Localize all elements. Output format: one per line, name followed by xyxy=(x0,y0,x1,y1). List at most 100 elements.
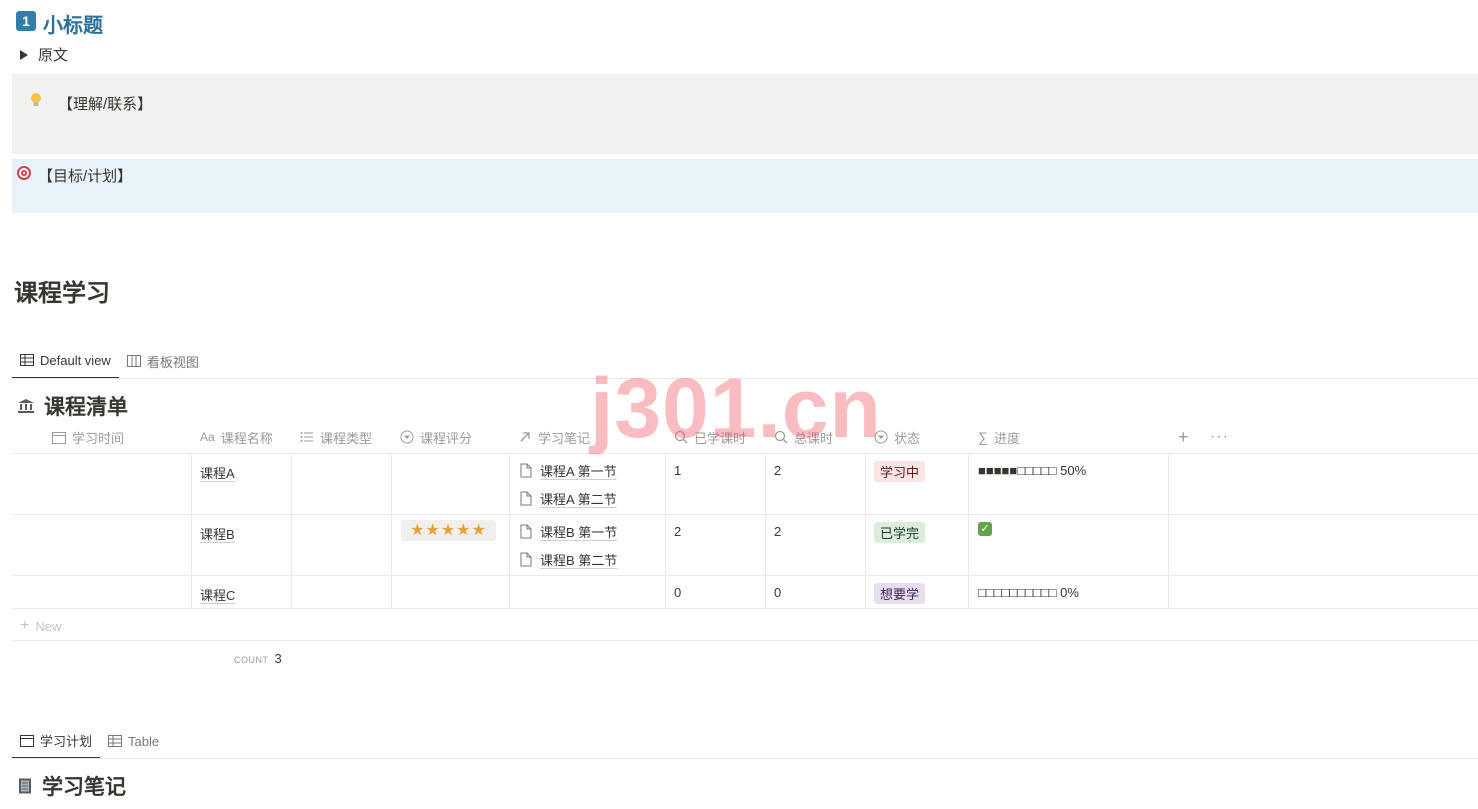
more-options-icon[interactable]: ··· xyxy=(1210,426,1229,448)
callout-goal-text[interactable]: 【目标/计划】 xyxy=(38,165,132,186)
col-divider xyxy=(1168,453,1169,608)
add-new-row-button[interactable]: + New xyxy=(20,617,61,635)
note-link[interactable]: 课程A 第一节 xyxy=(520,461,617,480)
add-property-plus-icon[interactable]: + xyxy=(1178,426,1189,448)
db2-view-tabs: 学习计划 Table xyxy=(12,723,167,759)
table-icon xyxy=(20,354,34,366)
page-heading: 课程学习 xyxy=(14,280,110,307)
col-divider xyxy=(191,453,192,608)
page-icon xyxy=(520,491,532,506)
db2-title-text[interactable]: 学习笔记 xyxy=(42,771,126,801)
progress-text: □□□□□□□□□□ 0% xyxy=(978,585,1079,600)
note-link-label: 课程B 第一节 xyxy=(540,525,618,540)
board-icon xyxy=(126,355,141,367)
status-badge[interactable]: 学习中 xyxy=(874,461,926,482)
row-name-link[interactable]: 课程A xyxy=(200,463,235,482)
note-link[interactable]: 课程B 第一节 xyxy=(520,522,617,541)
row-divider xyxy=(12,575,1478,576)
section-title: 小标题 xyxy=(43,15,103,37)
tab-board-view[interactable]: 看板视图 xyxy=(119,343,207,379)
calendar-icon xyxy=(20,734,34,747)
row-name-link[interactable]: 课程B xyxy=(200,524,235,543)
text-type-icon: Aa xyxy=(200,430,215,444)
row-divider xyxy=(12,640,1478,641)
db1-view-tabs: Default view 看板视图 xyxy=(12,343,207,379)
total-hours-value: 2 xyxy=(774,463,782,478)
col-header-progress[interactable]: ∑ 进度 xyxy=(978,426,1020,448)
col-header-label: 状态 xyxy=(894,430,921,446)
progress-text: ■■■■■□□□□□ 50% xyxy=(978,463,1087,478)
tab-table[interactable]: Table xyxy=(100,723,167,759)
page-icon xyxy=(520,552,532,567)
db1-title: 课程清单 xyxy=(18,391,128,421)
plus-icon: + xyxy=(20,617,30,634)
note-link-label: 课程B 第二节 xyxy=(540,553,618,568)
section-number-badge: 1 xyxy=(16,11,36,31)
col-header-notes[interactable]: 学习笔记 xyxy=(518,426,590,448)
tab-label: 学习计划 xyxy=(40,733,93,749)
callout-understanding: 【理解/联系】 xyxy=(12,74,1478,154)
note-link-label: 课程A 第二节 xyxy=(540,492,617,507)
col-divider xyxy=(291,453,292,608)
col-header-label: 课程评分 xyxy=(420,430,473,446)
col-divider xyxy=(865,453,866,608)
done-hours-value: 0 xyxy=(674,585,682,600)
col-divider xyxy=(665,453,666,608)
col-header-label: 进度 xyxy=(993,430,1020,446)
callout-understanding-text[interactable]: 【理解/联系】 xyxy=(58,93,152,114)
tab-label: 看板视图 xyxy=(146,354,199,370)
done-hours-value: 2 xyxy=(674,524,682,539)
col-divider xyxy=(391,453,392,608)
row-name-link[interactable]: 课程C xyxy=(200,585,235,604)
note-link-label: 课程A 第一节 xyxy=(540,464,617,479)
callout-goal: 【目标/计划】 xyxy=(12,159,1478,213)
relation-arrow-icon xyxy=(520,432,530,442)
col-header-label: 学习笔记 xyxy=(538,430,591,446)
count-value: 3 xyxy=(274,651,283,666)
total-hours-value: 0 xyxy=(774,585,782,600)
col-divider xyxy=(765,453,766,608)
tab-label: Table xyxy=(128,733,160,749)
tabs-divider xyxy=(12,758,1478,759)
status-badge[interactable]: 已学完 xyxy=(874,522,926,543)
row-divider xyxy=(12,514,1478,515)
museum-icon xyxy=(18,399,34,413)
note-link[interactable]: 课程B 第二节 xyxy=(520,550,617,569)
count-label: COUNT xyxy=(234,655,269,665)
col-header-rating[interactable]: 课程评分 xyxy=(400,426,472,448)
db1-title-text[interactable]: 课程清单 xyxy=(44,391,128,421)
notebook-icon xyxy=(19,778,31,794)
col-header-label: 课程名称 xyxy=(220,430,273,446)
toggle-triangle-icon[interactable] xyxy=(20,49,28,60)
col-header-time[interactable]: 学习时间 xyxy=(52,426,124,448)
new-row-label: New xyxy=(35,618,62,634)
row-divider xyxy=(12,608,1478,609)
lightbulb-icon xyxy=(31,93,41,106)
col-header-name[interactable]: Aa 课程名称 xyxy=(200,426,273,448)
total-hours-value: 2 xyxy=(774,524,782,539)
note-link[interactable]: 课程A 第二节 xyxy=(520,489,617,508)
calendar-icon xyxy=(52,431,66,444)
select-icon xyxy=(400,430,414,444)
col-header-label: 课程类型 xyxy=(320,430,373,446)
toggle-label: 原文 xyxy=(38,47,69,64)
col-divider xyxy=(968,453,969,608)
formula-sigma-icon: ∑ xyxy=(978,429,988,445)
col-header-type[interactable]: 课程类型 xyxy=(300,426,372,448)
page-icon xyxy=(520,463,532,478)
toggle-original[interactable]: 原文 xyxy=(20,44,68,65)
col-header-label: 学习时间 xyxy=(72,430,125,446)
target-icon xyxy=(17,166,31,180)
tab-study-plan[interactable]: 学习计划 xyxy=(12,723,101,759)
db2-title: 学习笔记 xyxy=(18,771,126,801)
status-badge[interactable]: 想要学 xyxy=(874,583,926,604)
list-icon xyxy=(300,432,313,442)
check-mark-icon: ✓ xyxy=(978,522,992,536)
table-icon xyxy=(108,735,123,747)
count-aggregate[interactable]: COUNT 3 xyxy=(234,651,282,666)
tab-default-view[interactable]: Default view xyxy=(12,343,119,379)
done-hours-value: 1 xyxy=(674,463,682,478)
rating-stars[interactable]: ★★★★★ xyxy=(401,520,496,541)
watermark-text: j301.cn xyxy=(590,361,882,455)
tab-label: Default view xyxy=(40,352,111,368)
